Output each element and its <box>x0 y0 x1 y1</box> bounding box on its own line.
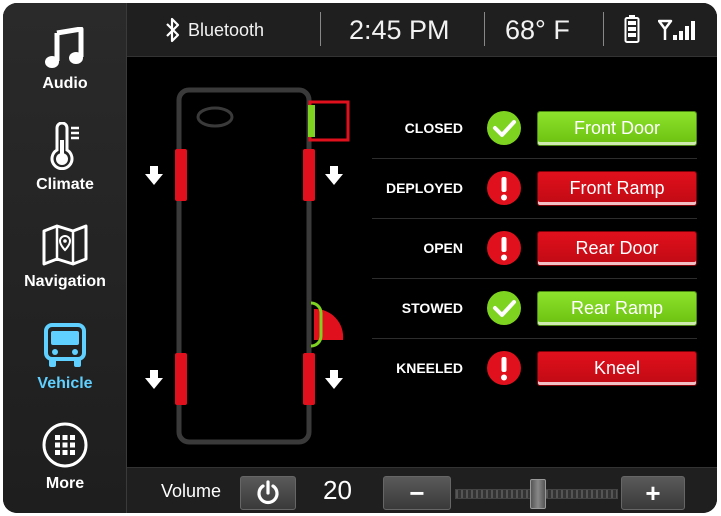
divider <box>603 12 604 46</box>
alert-icon <box>487 231 521 265</box>
sidebar-item-label: Climate <box>36 176 94 193</box>
status-bar: Bluetooth 2:45 PM 68° F <box>127 3 717 57</box>
map-icon <box>42 224 88 266</box>
sidebar-item-more[interactable]: More <box>3 405 127 501</box>
status-row-front-door: CLOSED Front Door <box>372 99 697 159</box>
sidebar-item-navigation[interactable]: Navigation <box>3 203 127 299</box>
rear-ramp-button[interactable]: Rear Ramp <box>538 292 696 325</box>
status-text: KNEELED <box>396 360 463 376</box>
status-text: OPEN <box>423 240 463 256</box>
power-button[interactable] <box>240 476 296 510</box>
sidebar: Audio Climate Navigation Vehicle More <box>3 3 127 513</box>
alert-icon <box>487 171 521 205</box>
rear-door-button[interactable]: Rear Door <box>538 232 696 265</box>
battery-icon <box>624 15 640 43</box>
status-row-kneel: KNEELED Kneel <box>372 339 697 399</box>
volume-slider-thumb[interactable] <box>530 479 546 509</box>
grid-icon <box>42 422 88 468</box>
status-row-rear-door: OPEN Rear Door <box>372 219 697 279</box>
music-note-icon <box>45 27 84 68</box>
volume-up-button[interactable]: + <box>621 476 685 510</box>
volume-bar: Volume 20 − + <box>127 467 717 513</box>
volume-label: Volume <box>161 481 222 501</box>
status-text: CLOSED <box>404 120 463 136</box>
clock: 2:45 PM <box>349 15 450 45</box>
sidebar-item-label: Navigation <box>24 273 106 290</box>
sidebar-item-vehicle[interactable]: Vehicle <box>3 305 127 401</box>
divider <box>484 12 485 46</box>
volume-down-button[interactable]: − <box>383 476 451 510</box>
sidebar-item-label: Audio <box>42 75 88 92</box>
front-door-button[interactable]: Front Door <box>538 112 696 145</box>
sidebar-item-label: More <box>45 475 85 492</box>
vehicle-panel: CLOSED Front Door DEPLOYED Front Ramp OP… <box>127 57 717 467</box>
power-icon <box>257 480 279 505</box>
check-icon <box>487 111 521 145</box>
sidebar-item-climate[interactable]: Climate <box>3 106 127 202</box>
divider <box>320 12 321 46</box>
status-text: DEPLOYED <box>385 180 463 196</box>
kneel-button[interactable]: Kneel <box>538 352 696 385</box>
check-icon <box>487 291 521 325</box>
temperature: 68° F <box>505 15 570 45</box>
bluetooth-label: Bluetooth <box>188 20 265 40</box>
bus-icon <box>44 323 86 367</box>
bus-diagram <box>145 87 350 445</box>
bluetooth-icon <box>166 17 180 43</box>
sidebar-item-audio[interactable]: Audio <box>3 5 127 101</box>
status-text: STOWED <box>401 300 463 316</box>
volume-value: 20 <box>323 475 352 505</box>
alert-icon <box>487 351 521 385</box>
status-row-rear-ramp: STOWED Rear Ramp <box>372 279 697 339</box>
sidebar-item-label: Vehicle <box>37 375 93 392</box>
signal-icon <box>658 19 695 40</box>
screen: Audio Climate Navigation Vehicle More Bl… <box>3 3 717 513</box>
thermometer-icon <box>50 122 79 170</box>
front-ramp-button[interactable]: Front Ramp <box>538 172 696 205</box>
status-row-front-ramp: DEPLOYED Front Ramp <box>372 159 697 219</box>
